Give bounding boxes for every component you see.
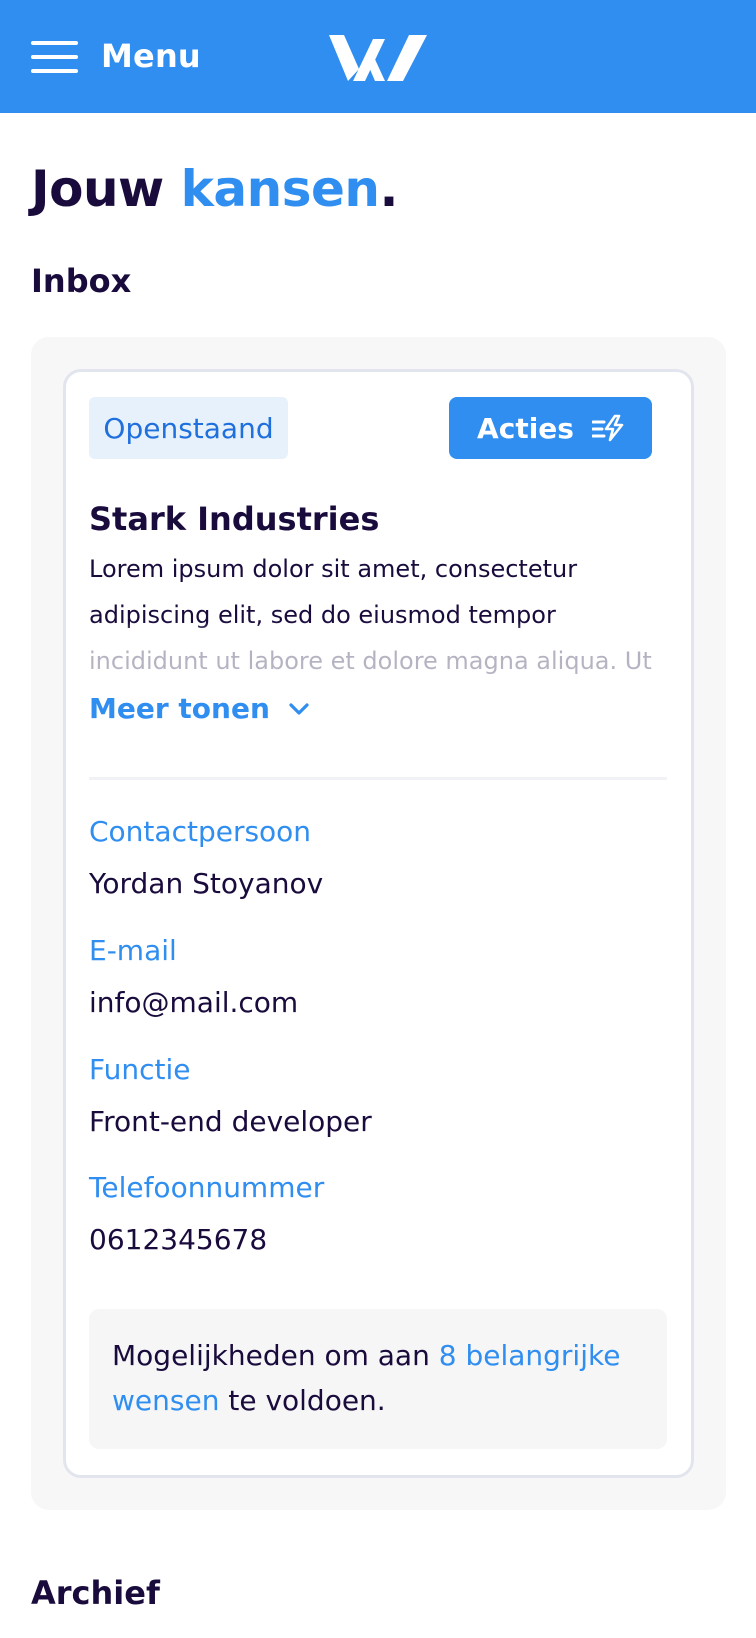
page-title-accent: kansen [180, 160, 380, 218]
opportunity-card: Openstaand Acties Stark Industries Lorem… [63, 369, 694, 1478]
show-more-toggle[interactable]: Meer tonen [89, 692, 310, 725]
wishes-suffix: te voldoen. [219, 1384, 386, 1417]
menu-button[interactable]: Menu [31, 30, 201, 82]
show-more-label: Meer tonen [89, 692, 270, 725]
function-value: Front-end developer [89, 1105, 372, 1138]
archive-heading: Archief [31, 1574, 160, 1612]
wishes-summary: Mogelijkheden om aan 8 belangrijke wense… [89, 1309, 667, 1449]
contact-person-value: Yordan Stoyanov [89, 867, 324, 900]
lightning-lines-icon [591, 414, 624, 442]
divider [89, 777, 667, 780]
company-description: Lorem ipsum dolor sit amet, consectetur … [89, 555, 652, 675]
page-title-dot: . [379, 160, 399, 218]
inbox-panel: Openstaand Acties Stark Industries Lorem… [31, 337, 726, 1510]
phone-label: Telefoonnummer [89, 1171, 325, 1204]
email-value[interactable]: info@mail.com [89, 986, 298, 1019]
contact-person-label: Contactpersoon [89, 815, 312, 848]
menu-label: Menu [101, 37, 201, 75]
wishes-prefix: Mogelijkheden om aan [112, 1339, 439, 1372]
top-navigation-bar: Menu [0, 0, 756, 113]
chevron-down-icon [289, 702, 309, 715]
actions-button-label: Acties [477, 411, 574, 445]
inbox-heading: Inbox [31, 262, 132, 300]
email-label: E-mail [89, 934, 177, 967]
hamburger-icon [31, 38, 78, 75]
company-name: Stark Industries [89, 500, 380, 538]
actions-button[interactable]: Acties [449, 397, 652, 459]
function-label: Functie [89, 1053, 191, 1086]
brand-logo-icon[interactable] [329, 33, 427, 83]
page-title: Jouw kansen. [31, 160, 399, 218]
phone-value[interactable]: 0612345678 [89, 1223, 267, 1256]
status-badge: Openstaand [89, 397, 288, 459]
page-title-main: Jouw [31, 160, 181, 218]
